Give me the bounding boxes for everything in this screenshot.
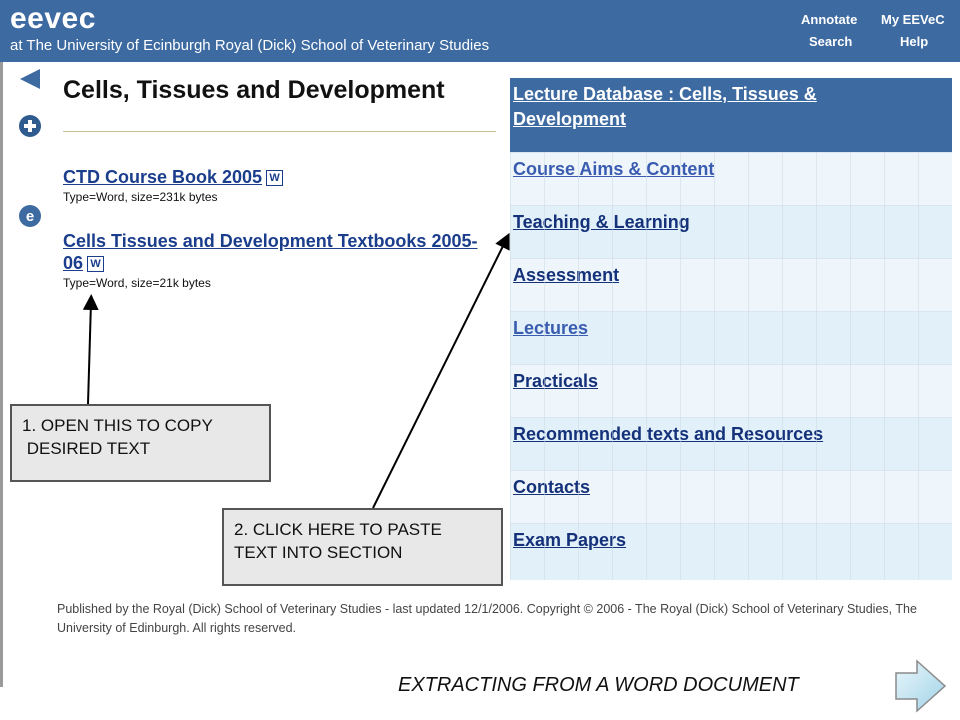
page-title: Cells, Tissues and Development	[63, 76, 445, 104]
site-subtitle: at The University of Ecinburgh Royal (Di…	[10, 37, 490, 54]
document-link-course-book[interactable]: CTD Course Book 2005 W	[63, 166, 284, 188]
arrow-to-section	[372, 232, 510, 509]
database-header: Lecture Database : Cells, Tissues & Deve…	[510, 78, 952, 152]
section-link[interactable]: Exam Papers	[513, 530, 626, 551]
section-link[interactable]: Course Aims & Content	[513, 159, 714, 180]
left-border	[0, 62, 3, 687]
section-row[interactable]: Teaching & Learning	[510, 205, 952, 258]
document-title[interactable]: Cells Tissues and Development Textbooks …	[63, 231, 477, 273]
search-link[interactable]: Search	[809, 34, 852, 49]
section-row[interactable]: Exam Papers	[510, 523, 952, 580]
database-title-link[interactable]: Lecture Database : Cells, Tissues & Deve…	[513, 82, 933, 132]
callout-open-document: 1. OPEN THIS TO COPY DESIRED TEXT	[10, 404, 271, 482]
slide-caption: EXTRACTING FROM A WORD DOCUMENT	[398, 674, 799, 696]
e-icon[interactable]: e	[17, 203, 43, 229]
next-arrow-icon[interactable]	[893, 659, 948, 714]
document-link-textbooks[interactable]: Cells Tissues and Development Textbooks …	[63, 230, 493, 274]
word-icon[interactable]: W	[266, 170, 284, 187]
arrow-to-document	[82, 294, 99, 405]
section-row[interactable]: Course Aims & Content	[510, 152, 952, 205]
section-link[interactable]: Lectures	[513, 318, 588, 339]
svg-text:e: e	[26, 208, 34, 225]
section-row[interactable]: Practicals	[510, 364, 952, 417]
help-link[interactable]: Help	[900, 34, 928, 49]
add-icon[interactable]	[17, 113, 43, 139]
section-link[interactable]: Assessment	[513, 265, 619, 286]
section-link[interactable]: Recommended texts and Resources	[513, 424, 823, 445]
section-link[interactable]: Contacts	[513, 477, 590, 498]
site-header: eevec at The University of Ecinburgh Roy…	[0, 0, 960, 62]
section-row[interactable]: Assessment	[510, 258, 952, 311]
section-row[interactable]: Contacts	[510, 470, 952, 523]
callout-paste-section: 2. CLICK HERE TO PASTE TEXT INTO SECTION	[222, 508, 503, 586]
footer-copyright: Published by the Royal (Dick) School of …	[57, 602, 917, 635]
section-row[interactable]: Lectures	[510, 311, 952, 364]
section-link[interactable]: Teaching & Learning	[513, 212, 690, 233]
document-title[interactable]: CTD Course Book 2005	[63, 167, 262, 187]
my-eevec-link[interactable]: My EEVeC	[881, 12, 945, 27]
back-arrow-icon[interactable]	[18, 68, 42, 90]
document-meta: Type=Word, size=231k bytes	[63, 190, 218, 204]
annotate-link[interactable]: Annotate	[801, 12, 857, 27]
word-icon[interactable]: W	[87, 256, 105, 273]
section-row[interactable]: Recommended texts and Resources	[510, 417, 952, 470]
title-divider	[63, 131, 496, 132]
brand-logo[interactable]: eevec	[10, 2, 96, 36]
document-meta: Type=Word, size=21k bytes	[63, 276, 211, 290]
section-link[interactable]: Practicals	[513, 371, 598, 392]
